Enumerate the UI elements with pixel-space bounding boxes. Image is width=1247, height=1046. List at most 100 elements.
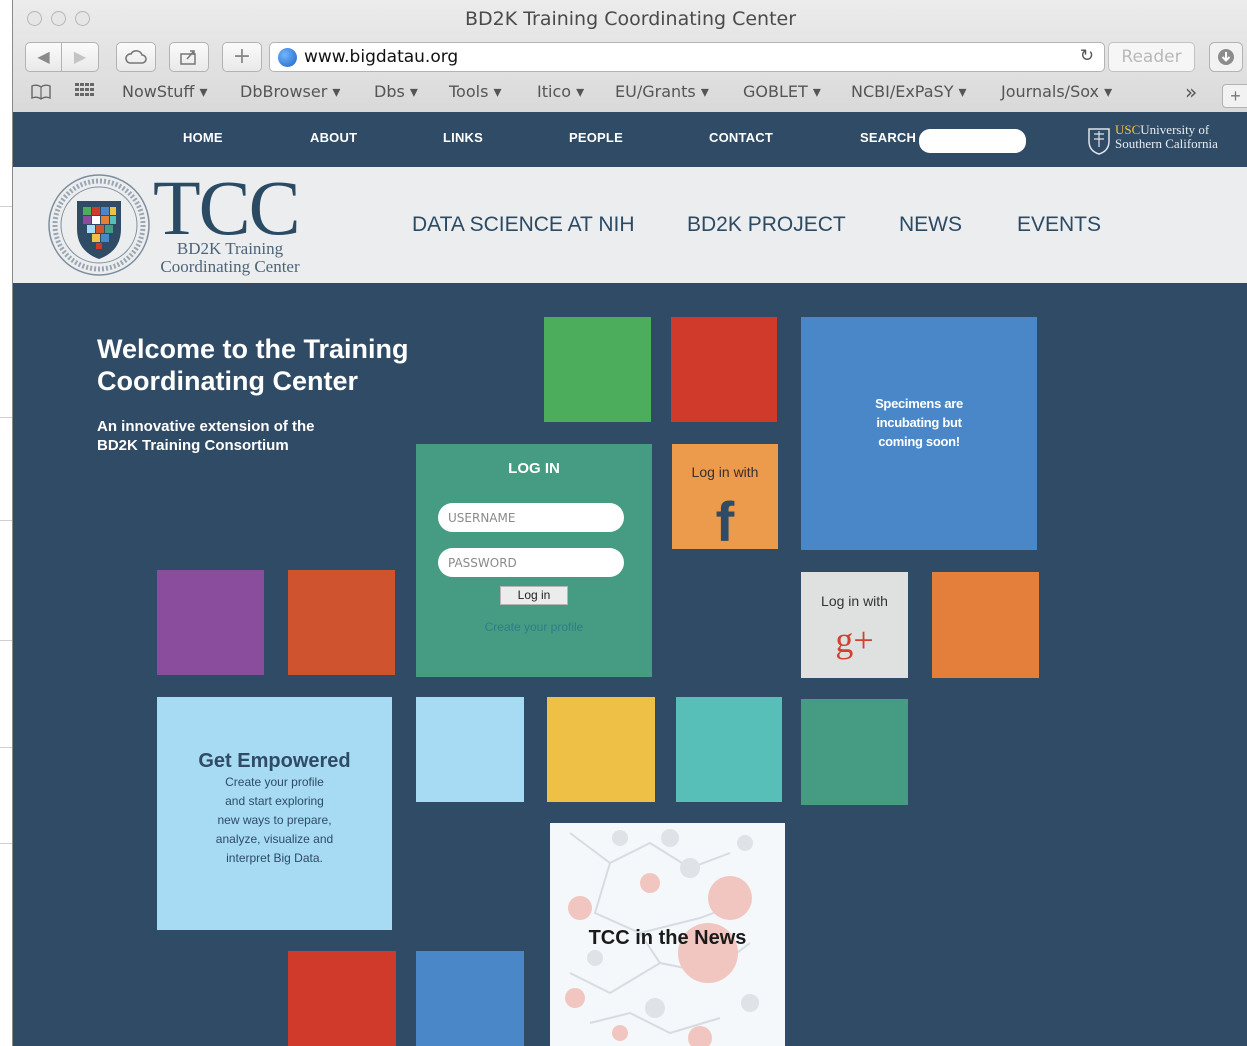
facebook-login-label: Log in with <box>691 464 759 480</box>
login-heading: LOG IN <box>508 460 560 477</box>
bookmark-dbs[interactable]: Dbs ▾ <box>374 82 418 101</box>
google-login-label: Log in with <box>821 593 888 609</box>
specimens-tile[interactable]: Specimens are incubating but coming soon… <box>801 317 1037 550</box>
google-login-tile[interactable]: Log in with g+ <box>801 572 908 678</box>
get-empowered-title: Get Empowered <box>198 750 351 772</box>
plus-icon: + <box>232 44 252 69</box>
search-label: SEARCH <box>860 130 917 145</box>
top-sites-icon[interactable] <box>75 83 95 106</box>
tcc-logo-subtitle: BD2K Training Coordinating Center <box>155 240 305 276</box>
usc-logo[interactable]: USCUniversity of Southern California <box>1087 123 1237 159</box>
usc-seal-icon <box>1088 128 1110 155</box>
news-tile-title: TCC in the News <box>588 927 747 949</box>
tcc-in-the-news-tile[interactable]: TCC in the News <box>550 823 785 1046</box>
tcc-logo-text[interactable]: TCC <box>153 168 301 248</box>
usc-text-line2: Southern California <box>1115 136 1218 151</box>
browser-window: BD2K Training Coordinating Center ◀ ▶ + … <box>12 0 1247 1046</box>
back-arrow-icon: ◀ <box>37 47 50 66</box>
reload-icon[interactable]: ↻ <box>1080 46 1094 66</box>
site-search-input[interactable] <box>919 129 1026 153</box>
background-window <box>0 0 12 1046</box>
mainnav-data-science[interactable]: DATA SCIENCE AT NIH <box>412 213 635 237</box>
empowered-line2: and start exploring <box>225 794 324 808</box>
bookmark-ncbi-expasy[interactable]: NCBI/ExPaSY ▾ <box>851 82 967 101</box>
back-button[interactable]: ◀ <box>25 42 62 72</box>
more-bookmarks-button[interactable]: » <box>1185 80 1197 104</box>
green-tile[interactable] <box>544 317 651 422</box>
bookmark-dbbrowser[interactable]: DbBrowser ▾ <box>240 82 340 101</box>
empowered-line3: new ways to prepare, <box>217 813 332 827</box>
specimens-line1: Specimens are <box>875 396 963 411</box>
reading-list-icon[interactable] <box>31 84 51 105</box>
divider <box>0 417 12 418</box>
divider <box>0 520 12 521</box>
welcome-subtitle-line1: An innovative extension of the <box>97 418 315 435</box>
divider <box>0 640 12 641</box>
empowered-line5: interpret Big Data. <box>226 851 323 865</box>
welcome-title-line1: Welcome to the Training <box>97 334 409 364</box>
forward-button[interactable]: ▶ <box>61 42 99 72</box>
bookmark-nowstuff[interactable]: NowStuff ▾ <box>122 82 208 101</box>
nav-contact[interactable]: CONTACT <box>709 130 773 145</box>
facebook-login-tile[interactable]: Log in with f <box>672 444 778 552</box>
specimens-line2: incubating but <box>876 415 962 430</box>
empowered-line4: analyze, visualize and <box>215 832 334 846</box>
bookmark-goblet[interactable]: GOBLET ▾ <box>743 82 821 101</box>
tcc-seal-logo[interactable] <box>47 173 151 277</box>
add-tab-button[interactable]: + <box>1222 84 1247 108</box>
get-empowered-text: Create your profile and start exploring … <box>157 773 392 868</box>
specimens-line3: coming soon! <box>878 434 960 449</box>
mainnav-news[interactable]: NEWS <box>899 213 962 237</box>
empowered-line1: Create your profile <box>225 775 324 789</box>
usc-prefix: USC <box>1115 122 1141 137</box>
yellow-tile[interactable] <box>547 697 655 802</box>
nav-people[interactable]: PEOPLE <box>569 130 623 145</box>
divider <box>0 747 12 748</box>
usc-text-line1: University of <box>1140 122 1210 137</box>
purple-tile[interactable] <box>157 570 264 675</box>
welcome-subtitle: An innovative extension of the BD2K Trai… <box>97 417 315 455</box>
create-profile-link[interactable]: Create your profile <box>416 620 652 634</box>
blue-tile-bottom[interactable] <box>416 951 524 1046</box>
light-blue-tile[interactable] <box>416 697 524 802</box>
welcome-title: Welcome to the Training Coordinating Cen… <box>97 333 409 397</box>
bookmark-journals-sox[interactable]: Journals/Sox ▾ <box>1001 82 1112 101</box>
divider <box>0 206 12 207</box>
forward-arrow-icon: ▶ <box>73 47 87 66</box>
address-bar[interactable]: www.bigdatau.org ↻ <box>269 42 1105 72</box>
share-button[interactable] <box>169 42 209 72</box>
url-text[interactable]: www.bigdatau.org <box>304 47 458 67</box>
red-tile-bottom[interactable] <box>288 951 396 1046</box>
new-tab-button[interactable]: + <box>222 42 262 72</box>
nav-home[interactable]: HOME <box>183 130 223 145</box>
downloads-button[interactable] <box>1209 42 1243 72</box>
turquoise-tile[interactable] <box>676 697 782 802</box>
login-panel: LOG IN Log in Create your profile <box>416 444 652 677</box>
icloud-tabs-button[interactable] <box>116 42 156 72</box>
bookmark-eu-grants[interactable]: EU/Grants ▾ <box>615 82 709 101</box>
specimens-text: Specimens are incubating but coming soon… <box>801 394 1037 451</box>
nav-links[interactable]: LINKS <box>443 130 483 145</box>
login-button[interactable]: Log in <box>500 586 568 605</box>
password-input[interactable] <box>438 548 624 577</box>
bookmark-tools[interactable]: Tools ▾ <box>449 82 502 101</box>
mainnav-bd2k-project[interactable]: BD2K PROJECT <box>687 213 846 237</box>
reader-button[interactable]: Reader <box>1108 42 1195 72</box>
teal-green-tile[interactable] <box>801 699 908 805</box>
orange-red-tile[interactable] <box>288 570 395 675</box>
google-plus-icon: g+ <box>835 620 874 660</box>
globe-icon <box>278 48 297 67</box>
logo-line2: Coordinating Center <box>160 257 300 276</box>
cloud-icon <box>125 50 147 64</box>
seal-icon <box>48 174 150 276</box>
nav-about[interactable]: ABOUT <box>310 130 357 145</box>
get-empowered-tile[interactable]: Get Empowered Create your profile and st… <box>157 697 392 930</box>
username-input[interactable] <box>438 503 624 532</box>
mainnav-events[interactable]: EVENTS <box>1017 213 1101 237</box>
divider <box>0 843 12 844</box>
bookmark-itico[interactable]: Itico ▾ <box>537 82 584 101</box>
orange-tile[interactable] <box>932 572 1039 678</box>
window-title: BD2K Training Coordinating Center <box>464 8 797 30</box>
red-tile[interactable] <box>671 317 777 422</box>
download-icon <box>1209 42 1243 72</box>
